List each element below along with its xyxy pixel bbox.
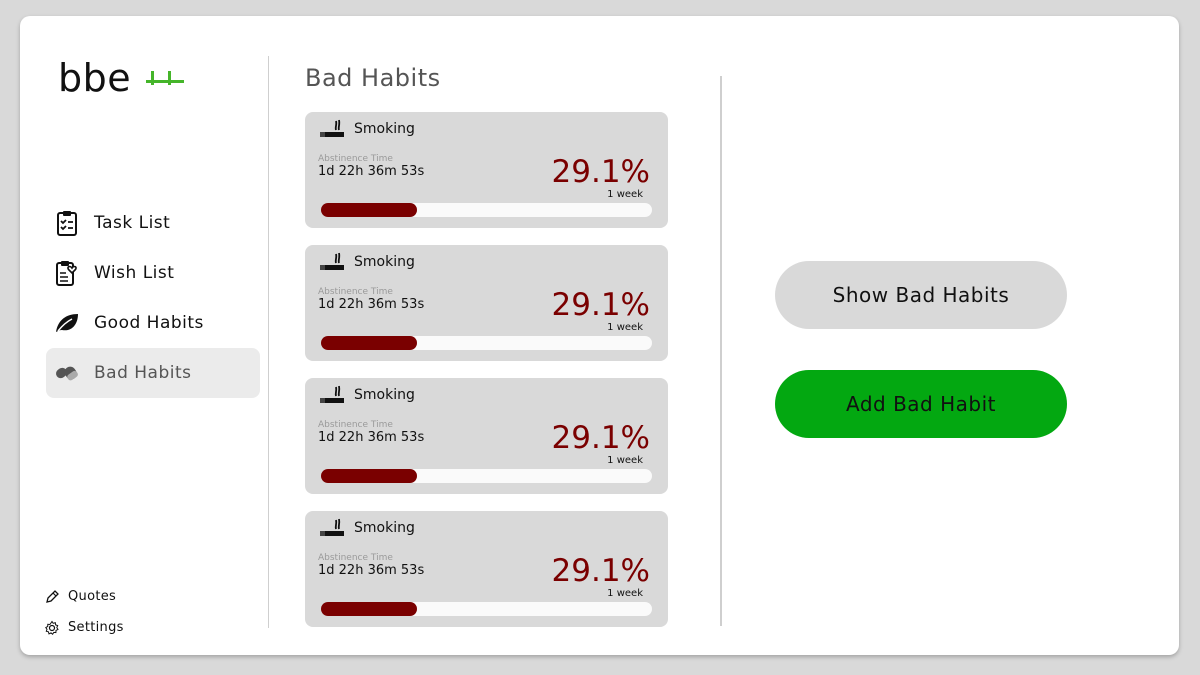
progress-track [321,469,652,483]
leaf-icon [54,309,80,337]
habit-name: Smoking [354,121,415,137]
logo-accent-mark [146,71,184,85]
sidebar-item-good-habits[interactable]: Good Habits [46,298,260,348]
habit-card[interactable]: Smoking Abstinence Time 1d 22h 36m 53s 2… [305,245,668,361]
progress-percent: 29.1% [551,154,650,190]
progress-fill [321,203,418,217]
abstinence-time: 1d 22h 36m 53s [318,430,425,445]
habit-card[interactable]: Smoking Abstinence Time 1d 22h 36m 53s 2… [305,511,668,627]
abstinence-label: Abstinence Time [318,553,393,563]
add-bad-habit-button[interactable]: Add Bad Habit [775,370,1067,438]
content-divider [720,76,722,626]
abstinence-label: Abstinence Time [318,287,393,297]
habit-name: Smoking [354,520,415,536]
pencil-icon [44,589,60,605]
habit-card[interactable]: Smoking Abstinence Time 1d 22h 36m 53s 2… [305,112,668,228]
progress-track [321,203,652,217]
cigarette-icon [319,518,345,538]
sidebar-item-label: Good Habits [94,313,204,333]
habit-name: Smoking [354,387,415,403]
clipboard-heart-icon [54,259,80,287]
abstinence-label: Abstinence Time [318,420,393,430]
quotes-label: Quotes [68,589,117,604]
progress-track [321,336,652,350]
quotes-link[interactable]: Quotes [44,581,124,612]
progress-fill [321,336,418,350]
progress-fill [321,602,418,616]
cigarette-icon [319,119,345,139]
sidebar-nav: Task List Wish List Good Habits Bad Habi… [46,198,260,398]
sidebar-bottom-links: Quotes Settings [44,581,124,643]
goal-period: 1 week [607,455,643,466]
app-logo: bbe [58,56,131,100]
settings-label: Settings [68,620,124,635]
sidebar-item-label: Task List [94,213,171,233]
show-bad-habits-button[interactable]: Show Bad Habits [775,261,1067,329]
sidebar-item-label: Wish List [94,263,175,283]
pills-icon [54,359,80,387]
habit-card-list: Smoking Abstinence Time 1d 22h 36m 53s 2… [305,112,668,644]
logo-text: bbe [58,56,132,100]
abstinence-time: 1d 22h 36m 53s [318,563,425,578]
sidebar-item-wish-list[interactable]: Wish List [46,248,260,298]
page-title: Bad Habits [305,64,441,92]
sidebar-item-bad-habits[interactable]: Bad Habits [46,348,260,398]
goal-period: 1 week [607,189,643,200]
app-window: bbe Task List Wish List Good Habits Bad … [20,16,1179,655]
progress-fill [321,469,418,483]
habit-card[interactable]: Smoking Abstinence Time 1d 22h 36m 53s 2… [305,378,668,494]
abstinence-time: 1d 22h 36m 53s [318,297,425,312]
goal-period: 1 week [607,322,643,333]
gear-icon [44,620,60,636]
habit-name: Smoking [354,254,415,270]
goal-period: 1 week [607,588,643,599]
sidebar-divider [268,56,269,628]
abstinence-time: 1d 22h 36m 53s [318,164,425,179]
clipboard-check-icon [54,209,80,237]
cigarette-icon [319,385,345,405]
progress-percent: 29.1% [551,553,650,589]
cigarette-icon [319,252,345,272]
sidebar-item-label: Bad Habits [94,363,192,383]
progress-percent: 29.1% [551,287,650,323]
progress-track [321,602,652,616]
progress-percent: 29.1% [551,420,650,456]
settings-link[interactable]: Settings [44,612,124,643]
abstinence-label: Abstinence Time [318,154,393,164]
sidebar-item-task-list[interactable]: Task List [46,198,260,248]
